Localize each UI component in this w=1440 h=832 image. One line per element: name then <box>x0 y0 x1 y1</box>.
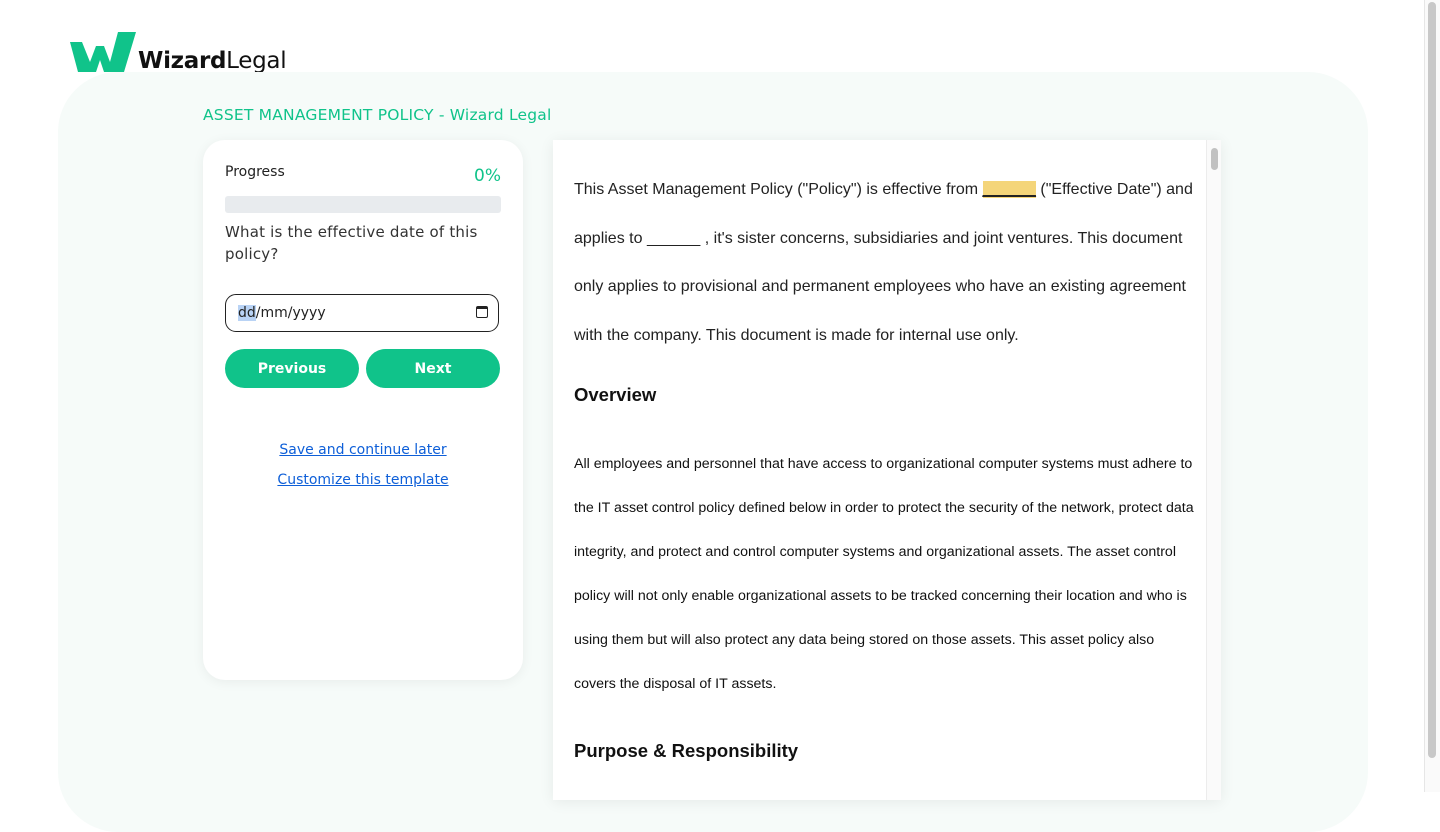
date-day-segment[interactable]: dd <box>238 305 256 321</box>
question-text: What is the effective date of this polic… <box>225 223 478 263</box>
document-content: This Asset Management Policy ("Policy") … <box>574 140 1194 761</box>
overview-heading: Overview <box>574 384 657 405</box>
company-name-blank: ______ <box>646 229 701 247</box>
intro-text-1: This Asset Management Policy ("Policy") … <box>574 181 983 198</box>
document-scrollbar-thumb[interactable] <box>1211 148 1218 170</box>
overview-paragraph: All employees and personnel that have ac… <box>574 456 1194 692</box>
intro-paragraph: This Asset Management Policy ("Policy") … <box>574 140 1194 360</box>
page-scrollbar-thumb[interactable] <box>1428 2 1436 758</box>
previous-button[interactable]: Previous <box>225 349 359 388</box>
document-title: ASSET MANAGEMENT POLICY - Wizard Legal <box>203 106 552 124</box>
document-preview[interactable]: This Asset Management Policy ("Policy") … <box>553 140 1221 800</box>
progress-label: Progress <box>225 164 285 180</box>
effective-date-input[interactable]: dd/mm/yyyy <box>225 294 499 332</box>
page-scrollbar[interactable] <box>1424 0 1440 792</box>
date-month-year-segment[interactable]: /mm/yyyy <box>256 305 326 321</box>
calendar-icon[interactable] <box>476 306 488 318</box>
effective-date-blank: ______ <box>982 181 1036 198</box>
customize-template-link[interactable]: Customize this template <box>203 472 523 488</box>
save-continue-later-link[interactable]: Save and continue later <box>203 442 523 458</box>
purpose-heading: Purpose & Responsibility <box>574 740 799 761</box>
progress-percent: 0% <box>474 166 501 186</box>
document-scrollbar[interactable] <box>1206 140 1221 800</box>
logo-text: WizardLegal <box>138 48 287 74</box>
next-button[interactable]: Next <box>366 349 500 388</box>
logo-w-mark-icon <box>70 32 136 72</box>
questionnaire-card: Progress 0% What is the effective date o… <box>203 140 523 680</box>
wizard-legal-logo[interactable]: WizardLegal <box>70 30 287 74</box>
progress-bar <box>225 196 501 213</box>
